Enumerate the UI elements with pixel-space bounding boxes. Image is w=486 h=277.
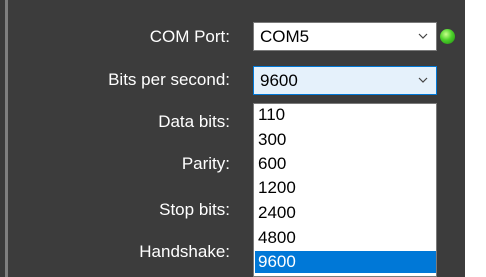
bits-per-second-label: Bits per second: <box>108 70 230 89</box>
dropdown-option[interactable]: 300 <box>255 129 436 151</box>
com-port-select[interactable]: COM5 <box>253 22 437 51</box>
dropdown-option[interactable]: 4800 <box>255 227 436 249</box>
handshake-label: Handshake: <box>139 242 230 261</box>
com-port-value: COM5 <box>260 27 310 46</box>
com-port-label: COM Port: <box>149 27 230 46</box>
dropdown-option[interactable]: 600 <box>255 153 436 175</box>
dropdown-option[interactable]: 2400 <box>255 202 436 224</box>
dropdown-option-selected[interactable]: 9600 <box>255 251 436 273</box>
chevron-down-icon <box>418 33 428 39</box>
stop-bits-label: Stop bits: <box>159 200 230 219</box>
right-strip <box>465 0 486 277</box>
bits-per-second-value: 9600 <box>260 71 298 90</box>
dropdown-option[interactable]: 110 <box>255 104 436 126</box>
bits-per-second-dropdown-list: 110 300 600 1200 2400 4800 9600 <box>253 103 437 277</box>
bits-per-second-select[interactable]: 9600 <box>253 66 437 95</box>
serial-settings-panel: COM Port: Bits per second: Data bits: Pa… <box>0 0 486 277</box>
dropdown-option[interactable]: 1200 <box>255 177 436 199</box>
parity-label: Parity: <box>181 154 230 173</box>
chevron-down-icon <box>418 77 428 83</box>
data-bits-label: Data bits: <box>158 112 230 131</box>
connection-status-icon <box>440 29 455 44</box>
